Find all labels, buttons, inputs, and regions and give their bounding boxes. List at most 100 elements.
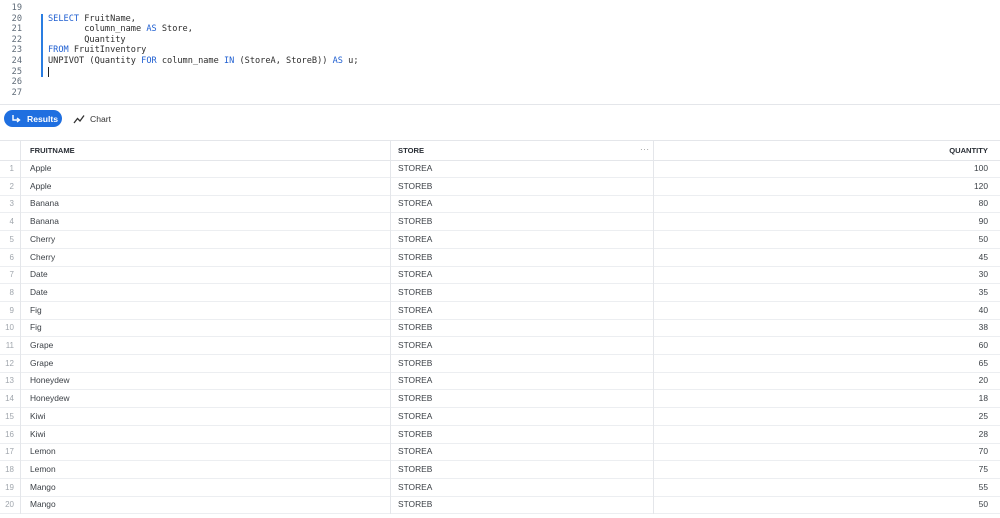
cell-store: STOREB xyxy=(398,357,433,368)
code-text: SELECT FruitName, xyxy=(48,14,136,25)
column-header-store[interactable]: STORE xyxy=(398,141,424,160)
cell-quantity: 40 xyxy=(978,304,988,315)
table-row[interactable]: 14 Honeydew STOREB 18 xyxy=(0,390,1000,409)
table-row[interactable]: 19 Mango STOREA 55 xyxy=(0,479,1000,497)
column-menu-icon[interactable]: ··· xyxy=(640,141,650,160)
code-line[interactable]: 20 SELECT FruitName, xyxy=(0,14,1000,25)
text-cursor xyxy=(48,66,49,77)
column-header-fruitname[interactable]: FRUITNAME xyxy=(30,141,75,160)
code-line[interactable]: 22 Quantity xyxy=(0,35,1000,46)
table-row[interactable]: 9 Fig STOREA 40 xyxy=(0,302,1000,320)
sql-text: UNPIVOT (Quantity xyxy=(48,56,142,66)
row-number: 9 xyxy=(9,305,14,315)
cell-quantity: 50 xyxy=(978,233,988,244)
cell-fruitname: Fig xyxy=(30,304,42,315)
cell-store: STOREB xyxy=(398,251,433,262)
row-number: 11 xyxy=(5,341,14,350)
table-row[interactable]: 20 Mango STOREB 50 xyxy=(0,496,1000,515)
sql-keyword: FROM xyxy=(48,45,69,56)
column-divider xyxy=(390,140,391,514)
table-row[interactable]: 7 Date STOREA 30 xyxy=(0,266,1000,285)
tab-results[interactable]: Results xyxy=(4,110,62,127)
code-text: UNPIVOT (Quantity FOR column_name IN (St… xyxy=(48,56,359,67)
table-row[interactable]: 17 Lemon STOREA 70 xyxy=(0,443,1000,462)
table-row[interactable]: 6 Cherry STOREB 45 xyxy=(0,249,1000,267)
cell-store: STOREB xyxy=(398,286,433,297)
row-number: 17 xyxy=(5,447,14,457)
return-arrow-icon xyxy=(12,114,21,123)
row-number: 8 xyxy=(9,287,14,297)
table-row[interactable]: 2 Apple STOREB 120 xyxy=(0,178,1000,196)
cell-fruitname: Mango xyxy=(30,499,56,510)
row-number: 15 xyxy=(5,411,14,421)
table-row[interactable]: 4 Banana STOREB 90 xyxy=(0,213,1000,232)
table-row[interactable]: 1 Apple STOREA 100 xyxy=(0,160,1000,178)
cell-fruitname: Date xyxy=(30,269,48,280)
column-divider xyxy=(653,140,654,514)
sql-editor[interactable]: 19 20 SELECT FruitName, 21 column_name AS S… xyxy=(0,0,1000,104)
sql-text: FruitName, xyxy=(79,13,136,24)
cell-store: STOREB xyxy=(398,499,433,510)
cell-quantity: 45 xyxy=(978,251,988,262)
cell-quantity: 25 xyxy=(978,410,988,421)
cell-fruitname: Honeydew xyxy=(30,393,70,404)
cell-quantity: 18 xyxy=(978,393,988,404)
tab-chart-label: Chart xyxy=(90,113,112,124)
table-row[interactable]: 15 Kiwi STOREA 25 xyxy=(0,408,1000,426)
code-line[interactable]: 23 FROM FruitInventory xyxy=(0,45,1000,56)
cell-fruitname: Grape xyxy=(30,357,54,368)
cell-fruitname: Lemon xyxy=(30,446,56,457)
sql-text: Quantity xyxy=(48,34,126,45)
tab-results-label: Results xyxy=(27,113,59,124)
cell-store: STOREA xyxy=(398,233,433,244)
cell-store: STOREA xyxy=(398,446,433,457)
row-number: 16 xyxy=(5,429,14,439)
code-line[interactable]: 26 xyxy=(0,77,1000,88)
table-header: FRUITNAME STORE ··· QUANTITY xyxy=(0,140,1000,161)
table-row[interactable]: 18 Lemon STOREB 75 xyxy=(0,461,1000,479)
sql-text: FruitInventory xyxy=(68,45,147,56)
table-row[interactable]: 16 Kiwi STOREB 28 xyxy=(0,426,1000,444)
table-row[interactable]: 11 Grape STOREA 60 xyxy=(0,337,1000,355)
cell-quantity: 75 xyxy=(978,463,988,474)
tab-chart[interactable]: Chart xyxy=(73,110,111,127)
cell-quantity: 28 xyxy=(978,428,988,439)
table-row[interactable]: 13 Honeydew STOREA 20 xyxy=(0,372,1000,391)
cell-store: STOREB xyxy=(398,216,433,227)
line-number: 26 xyxy=(11,77,22,88)
cell-fruitname: Kiwi xyxy=(30,410,46,421)
cell-store: STOREA xyxy=(398,198,433,209)
table-row[interactable]: 12 Grape STOREB 65 xyxy=(0,355,1000,373)
cell-quantity: 100 xyxy=(974,163,988,173)
cell-quantity: 30 xyxy=(978,269,988,280)
row-number: 13 xyxy=(5,376,14,386)
cell-quantity: 70 xyxy=(978,446,988,457)
sql-keyword: AS xyxy=(146,24,157,35)
code-line[interactable]: 24 UNPIVOT (Quantity FOR column_name IN (… xyxy=(0,56,1000,67)
table-row[interactable]: 10 Fig STOREB 38 xyxy=(0,319,1000,338)
code-line[interactable]: 19 xyxy=(0,3,1000,14)
cell-fruitname: Grape xyxy=(30,340,54,350)
line-number: 25 xyxy=(11,66,22,77)
cell-fruitname: Lemon xyxy=(30,463,56,474)
column-header-quantity[interactable]: QUANTITY xyxy=(949,141,988,160)
line-chart-icon xyxy=(73,114,85,123)
code-line[interactable]: 25 xyxy=(0,66,1000,78)
code-line[interactable]: 27 xyxy=(0,88,1000,99)
code-text: column_name AS Store, xyxy=(48,24,193,35)
cell-store: STOREA xyxy=(398,340,433,350)
line-number: 19 xyxy=(11,3,22,13)
cell-store: STOREB xyxy=(398,180,433,191)
line-number: 21 xyxy=(11,24,22,35)
row-number: 10 xyxy=(5,323,14,333)
cell-store: STOREB xyxy=(398,393,433,404)
table-row[interactable]: 5 Cherry STOREA 50 xyxy=(0,231,1000,249)
cell-fruitname: Mango xyxy=(30,481,56,492)
code-line[interactable]: 21 column_name AS Store, xyxy=(0,24,1000,35)
table-row[interactable]: 8 Date STOREB 35 xyxy=(0,284,1000,302)
cell-quantity: 20 xyxy=(978,375,988,386)
cell-fruitname: Honeydew xyxy=(30,375,70,386)
cell-fruitname: Apple xyxy=(30,163,52,173)
table-row[interactable]: 3 Banana STOREA 80 xyxy=(0,195,1000,214)
cell-store: STOREB xyxy=(398,463,433,474)
